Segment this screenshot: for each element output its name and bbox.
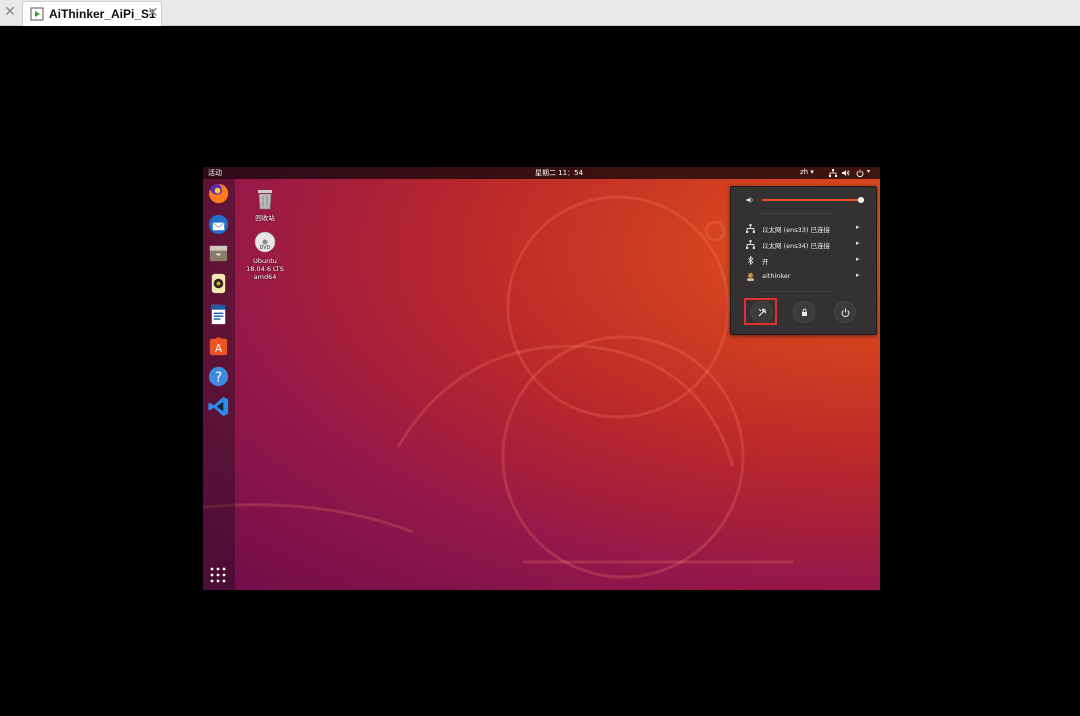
separator (759, 213, 832, 214)
menu-item-label: 以太网 (ens33) 已连接 (762, 226, 830, 234)
clock[interactable]: 星期二 11：54 (535, 168, 583, 178)
volume-icon[interactable] (842, 169, 850, 177)
trash-icon (258, 190, 272, 210)
dvd-label-line1: Ubuntu (253, 257, 277, 265)
close-icon[interactable]: ✕ (4, 5, 16, 19)
chevron-right-icon: ▸ (856, 239, 860, 247)
menu-item-user[interactable]: aithinker ▸ (731, 270, 876, 284)
chevron-down-icon[interactable]: ▾ (867, 168, 870, 175)
menu-item-label: 开 (762, 258, 769, 266)
chevron-right-icon: ▸ (856, 255, 860, 263)
menu-item-ethernet-ens33[interactable]: 以太网 (ens33) 已连接 ▸ (731, 222, 876, 236)
dock: A ? (203, 179, 235, 590)
menu-item-ethernet-ens34[interactable]: 以太网 (ens34) 已连接 ▸ (731, 238, 876, 252)
trash-label: 回收站 (255, 214, 275, 222)
volume-slider-fill (762, 199, 861, 201)
dvd-icon: DVD (254, 231, 276, 253)
power-off-button[interactable] (834, 301, 856, 323)
network-icon (746, 240, 755, 249)
menu-item-bluetooth[interactable]: 开 ▸ (731, 254, 876, 268)
help-icon[interactable]: ? (207, 365, 230, 388)
vm-icon (30, 7, 44, 21)
user-avatar-icon (747, 272, 754, 281)
svg-text:A: A (215, 343, 223, 355)
files-icon[interactable] (207, 242, 230, 265)
dvd-desktop-icon[interactable]: DVD Ubuntu 18.04.6 LTS amd64 (240, 231, 290, 281)
thunderbird-icon[interactable] (207, 213, 230, 236)
tab-bar: ✕ AiThinker_AiPi_S1 ✕ (0, 0, 1080, 26)
svg-text:DVD: DVD (259, 245, 270, 251)
tab-close-icon[interactable]: ✕ (147, 5, 159, 21)
menu-item-label: 以太网 (ens34) 已连接 (762, 242, 830, 250)
bluetooth-icon (747, 256, 754, 265)
vm-screen[interactable]: 活动 星期二 11：54 zh ▾ ▾ A ? 回收站 DVD Ubuntu 1… (203, 167, 880, 590)
tab-title: AiThinker_AiPi_S1 (49, 7, 156, 21)
menu-item-label: aithinker (762, 272, 791, 280)
activities-button[interactable]: 活动 (208, 168, 222, 178)
annotation-highlight-box (744, 298, 777, 325)
gnome-top-bar: 活动 星期二 11：54 zh ▾ ▾ (203, 167, 880, 179)
network-icon (746, 224, 755, 233)
libreoffice-writer-icon[interactable] (207, 303, 230, 326)
volume-slider-handle[interactable] (858, 197, 864, 203)
input-method-indicator[interactable]: zh ▾ (800, 168, 814, 176)
power-icon (841, 308, 850, 317)
volume-icon (746, 197, 753, 203)
chevron-right-icon: ▸ (856, 223, 860, 231)
separator (759, 291, 832, 292)
power-icon[interactable] (856, 169, 864, 177)
volume-slider[interactable] (762, 197, 864, 203)
tab-vm[interactable]: AiThinker_AiPi_S1 ✕ (22, 1, 162, 26)
lock-icon (802, 308, 807, 316)
dvd-label-line2: 18.04.6 LTS (246, 265, 284, 273)
dvd-label-line3: amd64 (253, 273, 277, 281)
firefox-icon[interactable] (207, 182, 230, 205)
chevron-right-icon: ▸ (856, 271, 860, 279)
svg-text:?: ? (215, 370, 222, 385)
lock-button[interactable] (793, 301, 815, 323)
rhythmbox-icon[interactable] (207, 272, 230, 295)
trash-desktop-icon[interactable]: 回收站 (240, 188, 290, 222)
vscode-icon[interactable] (207, 395, 230, 418)
network-icon[interactable] (829, 169, 837, 177)
software-center-icon[interactable]: A (207, 334, 230, 357)
app-grid-icon[interactable] (209, 566, 227, 584)
